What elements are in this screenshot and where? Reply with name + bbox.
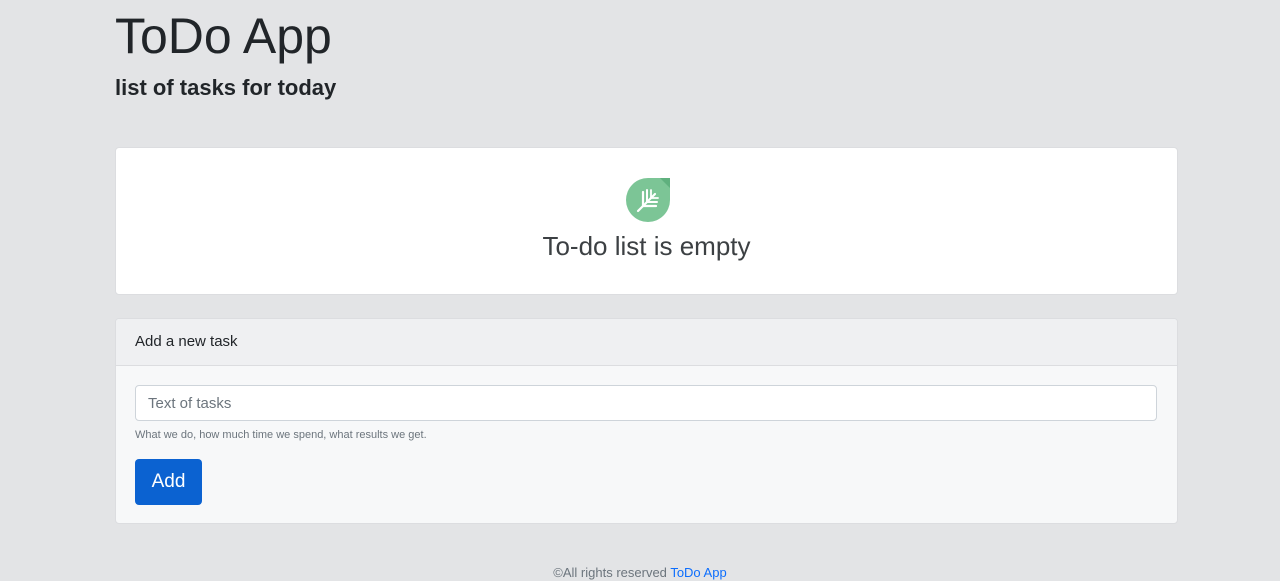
add-task-card-header: Add a new task xyxy=(116,319,1177,366)
add-task-button[interactable]: Add xyxy=(135,459,202,505)
leaf-icon xyxy=(626,178,670,222)
footer-app-link[interactable]: ToDo App xyxy=(670,565,726,580)
leaf-icon-graphic xyxy=(626,178,670,222)
task-input-help-text: What we do, how much time we spend, what… xyxy=(135,429,427,441)
footer: ©All rights reserved ToDo App xyxy=(0,565,1280,581)
footer-copyright: ©All rights reserved xyxy=(553,565,667,580)
todo-list-card: To-do list is empty xyxy=(115,147,1178,295)
add-task-card-title: Add a new task xyxy=(135,333,238,350)
empty-list-message: To-do list is empty xyxy=(542,231,751,261)
add-task-card: Add a new task What we do, how much time… xyxy=(115,318,1178,524)
page-title: ToDo App xyxy=(115,8,332,64)
task-text-input[interactable] xyxy=(135,385,1157,421)
page-subtitle: list of tasks for today xyxy=(115,75,337,100)
